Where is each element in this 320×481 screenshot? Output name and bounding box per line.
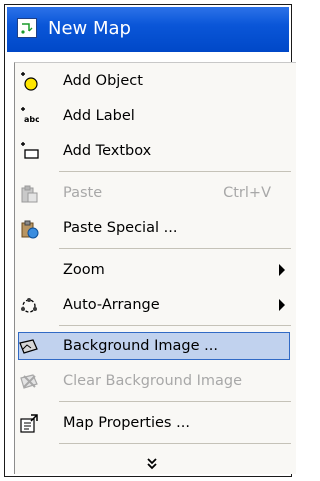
menu-item-label: Add Textbox — [63, 143, 152, 159]
submenu-arrow-icon — [279, 299, 285, 311]
menu-item-label: Clear Background Image — [63, 373, 243, 389]
paste-icon — [19, 183, 39, 203]
menu-separator — [59, 171, 291, 172]
menu-item-label: Zoom — [63, 262, 105, 278]
menu-item-add-label[interactable]: abc Add Label — [15, 99, 295, 133]
paste-special-icon — [19, 218, 39, 239]
menu-separator — [59, 401, 291, 402]
menu-item-label: Paste Special ... — [63, 220, 178, 236]
map-properties-icon — [19, 413, 39, 433]
menu-item-auto-arrange[interactable]: Auto-Arrange — [15, 288, 295, 322]
menu-item-label: Map Properties ... — [63, 415, 190, 431]
background-image-icon — [19, 336, 39, 356]
menu-item-paste-special[interactable]: Paste Special ... — [15, 211, 295, 245]
clear-background-icon — [19, 371, 39, 391]
context-menu-container: Add Object abc Add Label Add Textbox Pas… — [7, 52, 296, 474]
title-bar[interactable]: New Map — [7, 7, 289, 52]
auto-arrange-icon — [19, 295, 39, 315]
menu-item-label: Auto-Arrange — [63, 297, 160, 313]
new-map-icon — [17, 18, 37, 38]
submenu-arrow-icon — [279, 264, 285, 276]
menu-item-label: Add Object — [63, 73, 143, 89]
menu-item-clear-background-image[interactable]: Clear Background Image — [15, 364, 295, 398]
menu-item-add-object[interactable]: Add Object — [15, 64, 295, 98]
menu-item-label: Background Image ... — [63, 338, 218, 354]
menu-separator — [59, 325, 291, 326]
menu-item-label: Paste — [63, 185, 103, 201]
add-object-icon — [19, 71, 39, 91]
window-title: New Map — [48, 18, 131, 39]
menu-item-map-properties[interactable]: Map Properties ... — [15, 406, 295, 440]
add-label-icon: abc — [19, 106, 40, 126]
svg-text:abc: abc — [24, 115, 39, 124]
menu-separator — [59, 248, 291, 249]
menu-item-label: Add Label — [63, 108, 135, 124]
menu-item-zoom[interactable]: Zoom — [15, 253, 295, 287]
menu-separator — [59, 443, 291, 444]
menu-item-background-image[interactable]: Background Image ... — [15, 329, 295, 363]
menu-item-shortcut: Ctrl+V — [223, 185, 271, 201]
chevron-double-down-icon[interactable] — [145, 456, 159, 470]
menu-item-paste[interactable]: Paste Ctrl+V — [15, 176, 295, 210]
context-menu: Add Object abc Add Label Add Textbox Pas… — [14, 62, 296, 474]
add-textbox-icon — [19, 141, 39, 161]
menu-item-add-textbox[interactable]: Add Textbox — [15, 134, 295, 168]
